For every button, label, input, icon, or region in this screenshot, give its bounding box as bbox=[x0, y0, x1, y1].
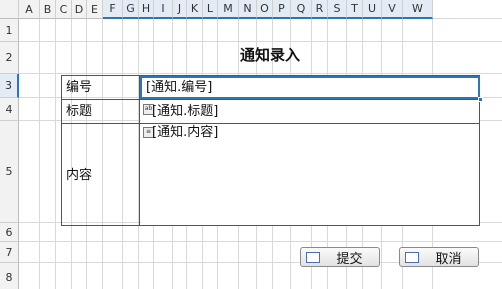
submit-button[interactable]: 提交 bbox=[300, 247, 380, 267]
column-header[interactable]: G bbox=[123, 0, 139, 19]
form-title: 通知录入 bbox=[239, 45, 300, 64]
cancel-button-label: 取消 bbox=[435, 251, 462, 267]
column-header[interactable]: W bbox=[403, 0, 433, 19]
content-field[interactable]: ≡ [通知.内容] bbox=[141, 124, 479, 225]
select-all-corner[interactable] bbox=[0, 0, 19, 19]
column-header[interactable]: J bbox=[173, 0, 187, 19]
column-header[interactable]: N bbox=[239, 0, 257, 19]
row-header[interactable]: 1 bbox=[0, 19, 19, 42]
field-label-number: 编号 bbox=[66, 80, 93, 95]
number-field-value: [通知.编号] bbox=[146, 80, 213, 95]
column-header[interactable]: A bbox=[19, 0, 40, 19]
grid-line-vertical bbox=[39, 19, 40, 289]
column-header[interactable]: E bbox=[87, 0, 103, 19]
column-header[interactable]: H bbox=[139, 0, 154, 19]
button-icon bbox=[306, 251, 320, 263]
column-header[interactable]: M bbox=[218, 0, 239, 19]
field-label-title: 标题 bbox=[66, 104, 93, 119]
submit-button-label: 提交 bbox=[336, 251, 363, 267]
column-header[interactable]: D bbox=[72, 0, 87, 19]
field-label-content: 内容 bbox=[66, 167, 93, 183]
column-header[interactable]: I bbox=[154, 0, 173, 19]
row-header[interactable]: 8 bbox=[0, 263, 19, 289]
column-header[interactable]: R bbox=[312, 0, 328, 19]
column-header[interactable]: T bbox=[347, 0, 363, 19]
grid-line-vertical bbox=[55, 19, 56, 289]
column-header[interactable]: B bbox=[40, 0, 56, 19]
grid-line-horizontal bbox=[19, 73, 502, 74]
row-header[interactable]: 2 bbox=[0, 42, 19, 74]
button-icon bbox=[405, 251, 419, 263]
grid-line-horizontal bbox=[19, 241, 502, 242]
row-header[interactable]: 6 bbox=[0, 223, 19, 242]
column-header[interactable]: S bbox=[328, 0, 347, 19]
column-header[interactable]: K bbox=[187, 0, 203, 19]
column-header[interactable]: O bbox=[257, 0, 273, 19]
row-header[interactable]: 7 bbox=[0, 242, 19, 263]
grid-line-horizontal bbox=[19, 41, 502, 42]
row-header[interactable]: 5 bbox=[0, 121, 19, 223]
column-header[interactable]: C bbox=[56, 0, 72, 19]
column-header[interactable]: L bbox=[203, 0, 218, 19]
column-header[interactable]: F bbox=[103, 0, 123, 19]
column-header[interactable]: Q bbox=[291, 0, 312, 19]
title-field[interactable]: ab [通知.标题] bbox=[141, 100, 479, 123]
column-header[interactable]: V bbox=[382, 0, 403, 19]
content-field-value: [通知.内容] bbox=[152, 125, 219, 140]
cancel-button[interactable]: 取消 bbox=[399, 247, 479, 267]
title-field-value: [通知.标题] bbox=[152, 104, 219, 119]
spreadsheet-grid: 通知录入 编号 标题 内容 [通知.编号] ab [通知.标题] ≡ [通知.内… bbox=[0, 0, 502, 289]
row-header[interactable]: 4 bbox=[0, 98, 19, 121]
number-field[interactable]: [通知.编号] bbox=[140, 76, 480, 99]
column-header[interactable]: U bbox=[363, 0, 382, 19]
column-header[interactable]: P bbox=[273, 0, 291, 19]
row-header[interactable]: 3 bbox=[0, 74, 19, 98]
